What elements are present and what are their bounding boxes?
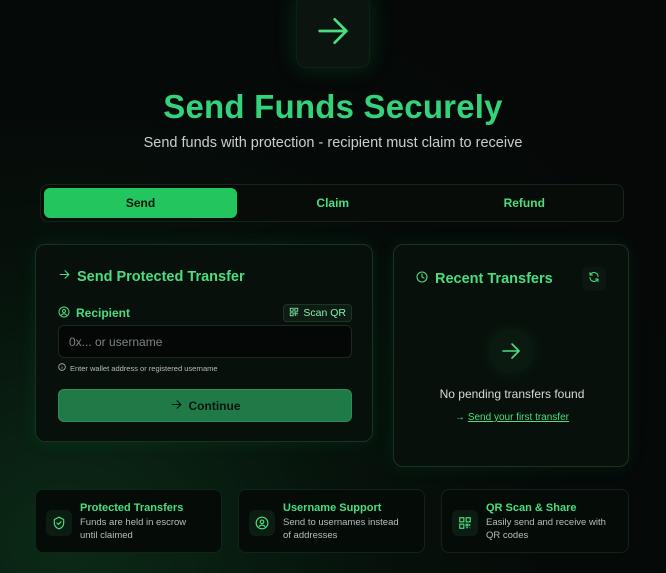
send-first-transfer-label: Send your first transfer bbox=[467, 412, 569, 423]
mode-tabs: Send Claim Refund bbox=[40, 184, 624, 222]
recent-card-title-text: Recent Transfers bbox=[435, 271, 553, 287]
user-circle-icon bbox=[58, 306, 70, 321]
refresh-icon bbox=[588, 270, 600, 288]
page-title: Send Funds Securely bbox=[163, 88, 503, 125]
send-transfer-card: Send Protected Transfer Recipient Scan Q… bbox=[35, 244, 373, 442]
recent-transfers-card: Recent Transfers No pending transfers fo… bbox=[393, 244, 629, 467]
arrow-right-icon bbox=[58, 268, 71, 285]
feature-desc-line2: of addresses bbox=[283, 530, 338, 541]
qr-code-icon bbox=[289, 307, 299, 320]
empty-state-text: No pending transfers found bbox=[439, 387, 585, 401]
recipient-label-text: Recipient bbox=[76, 306, 131, 320]
scan-qr-label: Scan QR bbox=[303, 307, 346, 319]
tab-refund[interactable]: Refund bbox=[429, 188, 621, 218]
feature-desc-line1: Easily send and receive with bbox=[486, 517, 606, 528]
feature-desc-line1: Funds are held in escrow bbox=[80, 517, 187, 528]
feature-username-support: Username Support Send to usernames inste… bbox=[238, 489, 425, 553]
feature-protected-transfers: Protected Transfers Funds are held in es… bbox=[35, 489, 222, 553]
tab-send[interactable]: Send bbox=[44, 188, 237, 218]
arrow-right-icon: → bbox=[455, 412, 466, 423]
feature-desc-line1: Send to usernames instead bbox=[283, 517, 399, 528]
feature-title: Username Support bbox=[283, 502, 382, 514]
clock-icon bbox=[416, 271, 428, 287]
feature-qr-scan-share: QR Scan & Share Easily send and receive … bbox=[441, 489, 629, 553]
feature-desc-line2: QR codes bbox=[486, 530, 529, 541]
info-icon bbox=[58, 363, 66, 373]
user-circle-icon bbox=[249, 510, 275, 536]
page-subtitle: Send funds with protection - recipient m… bbox=[143, 135, 523, 151]
hero-arrow-icon bbox=[296, 0, 370, 68]
recipient-hint-text: Enter wallet address or registered usern… bbox=[70, 363, 218, 373]
qr-code-icon bbox=[452, 510, 478, 536]
send-card-title: Send Protected Transfer bbox=[58, 268, 245, 285]
feature-desc-line2: until claimed bbox=[80, 530, 133, 541]
send-card-title-text: Send Protected Transfer bbox=[77, 268, 245, 285]
recipient-label: Recipient bbox=[58, 306, 130, 321]
refresh-button[interactable] bbox=[582, 267, 606, 291]
continue-button[interactable]: Continue bbox=[58, 389, 352, 422]
recent-card-title: Recent Transfers bbox=[416, 271, 553, 287]
shield-check-icon bbox=[46, 510, 72, 536]
recipient-input[interactable] bbox=[58, 325, 352, 358]
recipient-row: Recipient Scan QR bbox=[58, 303, 352, 323]
scan-qr-button[interactable]: Scan QR bbox=[283, 304, 352, 322]
feature-title: Protected Transfers bbox=[80, 502, 184, 514]
send-first-transfer-link[interactable]: → Send your first transfer bbox=[394, 412, 630, 423]
tab-claim[interactable]: Claim bbox=[237, 188, 429, 218]
arrow-right-icon bbox=[170, 398, 183, 414]
recipient-hint: Enter wallet address or registered usern… bbox=[58, 363, 218, 373]
feature-title: QR Scan & Share bbox=[486, 502, 577, 514]
empty-state-arrow-icon bbox=[489, 329, 533, 373]
continue-label: Continue bbox=[188, 398, 241, 413]
